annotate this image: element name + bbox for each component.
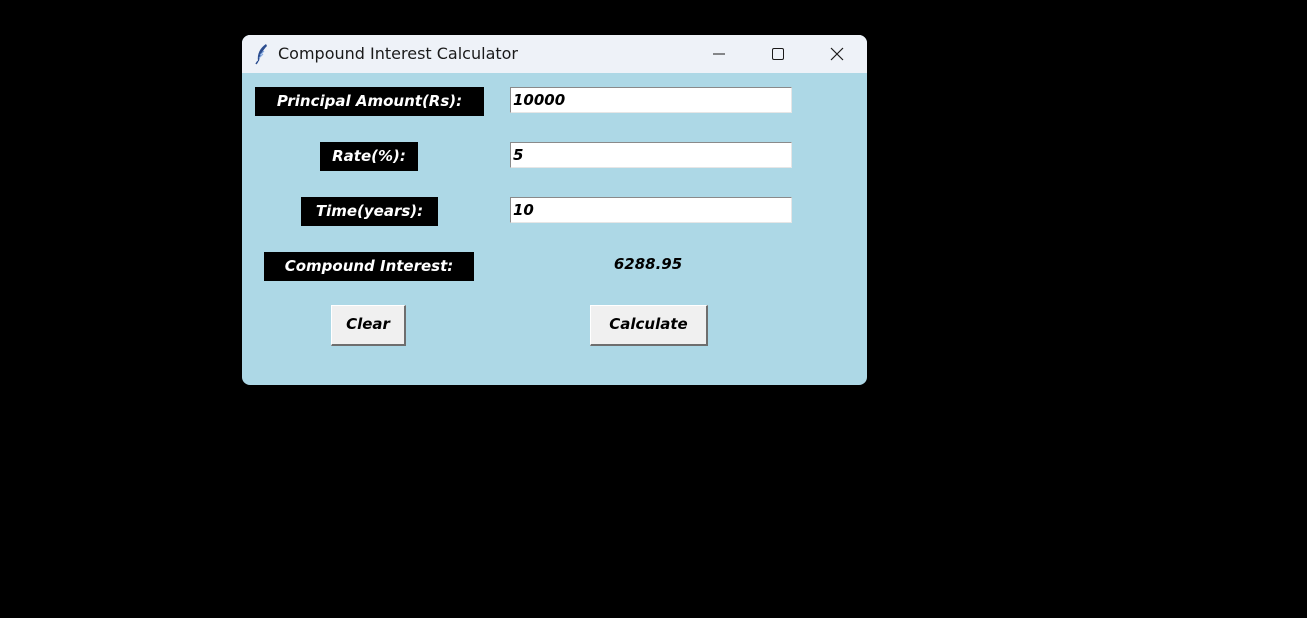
- maximize-icon: [772, 48, 784, 60]
- feather-icon: [254, 43, 270, 65]
- maximize-button[interactable]: [749, 35, 807, 73]
- rate-label: Rate(%):: [320, 142, 418, 171]
- time-label: Time(years):: [301, 197, 438, 226]
- minimize-button[interactable]: [690, 35, 748, 73]
- title-bar[interactable]: Compound Interest Calculator: [242, 35, 867, 73]
- close-button[interactable]: [808, 35, 866, 73]
- principal-label: Principal Amount(Rs):: [255, 87, 484, 116]
- calculate-button[interactable]: Calculate: [590, 305, 708, 346]
- minimize-icon: [713, 48, 725, 60]
- close-icon: [830, 47, 844, 61]
- time-input[interactable]: [510, 197, 792, 223]
- compound-interest-label: Compound Interest:: [264, 252, 474, 281]
- calculator-window: Compound Interest Calculator Principal A…: [242, 35, 867, 385]
- rate-input[interactable]: [510, 142, 792, 168]
- compound-interest-value: 6288.95: [613, 255, 683, 273]
- window-title: Compound Interest Calculator: [278, 44, 519, 63]
- clear-button[interactable]: Clear: [331, 305, 406, 346]
- principal-input[interactable]: [510, 87, 792, 113]
